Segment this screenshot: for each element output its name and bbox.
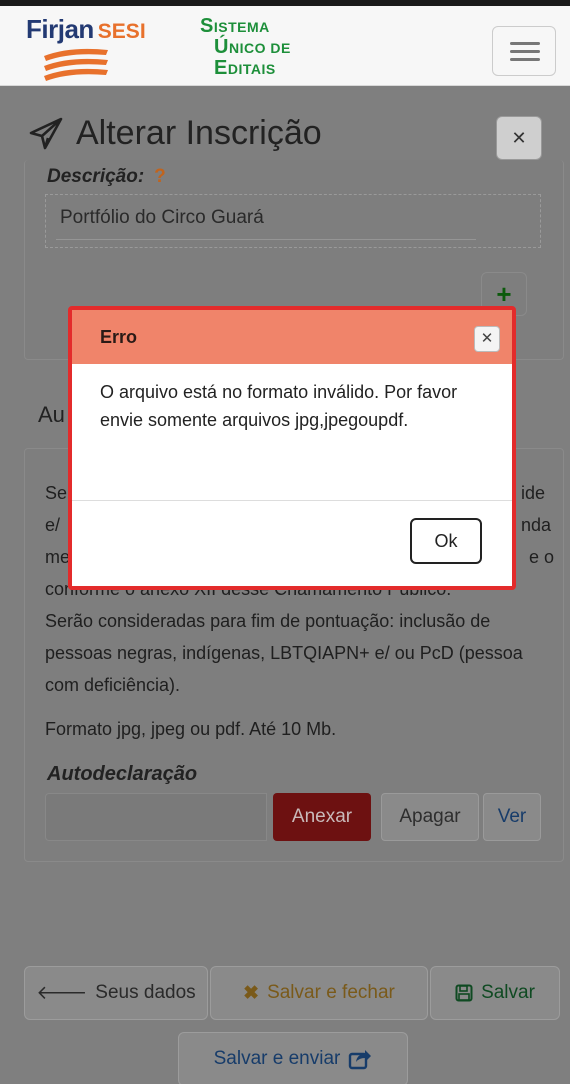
dialog-message: O arquivo está no formato inválido. Por … — [100, 382, 458, 430]
arrow-left-icon: 🡐 — [36, 983, 88, 1004]
sue-word-editais: DITAIS — [227, 61, 276, 77]
dialog-ok-button[interactable]: Ok — [410, 518, 482, 564]
ver-button[interactable]: Ver — [483, 793, 541, 841]
times-icon: ✕ — [511, 128, 527, 148]
page-title-text: Alterar Inscrição — [76, 114, 322, 152]
site-header: Firjan SESI SISTEMA ÚNICO DE EDITAIS — [0, 6, 570, 86]
hamburger-icon — [510, 42, 540, 45]
apagar-button[interactable]: Apagar — [381, 793, 479, 841]
menu-toggle-button[interactable] — [492, 26, 556, 76]
paper-plane-icon — [29, 117, 63, 149]
autodeclaracao-label: Autodeclaração — [47, 763, 198, 785]
plus-icon: + — [496, 279, 512, 309]
salvar-e-enviar-label: Salvar e enviar — [213, 1048, 341, 1069]
sue-word-sistema: ISTEMA — [213, 19, 270, 35]
text-fragment: e/ — [45, 515, 61, 535]
close-page-button[interactable]: ✕ — [496, 116, 542, 160]
text-fragment: Se — [45, 483, 68, 503]
sue-word-unico: NICO DE — [228, 40, 291, 56]
firjan-waves-icon — [44, 48, 108, 81]
text-fragment: e o — [529, 547, 555, 567]
firjan-wordmark: Firjan — [26, 14, 94, 44]
salvar-e-fechar-button[interactable]: ✖ Salvar e fechar — [210, 966, 428, 1020]
salvar-e-fechar-label: Salvar e fechar — [267, 982, 395, 1003]
descricao-label: Descrição:? — [47, 166, 166, 188]
times-icon: ✕ — [480, 330, 494, 347]
section-title: Au — [38, 402, 65, 427]
file-input[interactable] — [45, 793, 267, 841]
field-underline — [56, 239, 476, 240]
descricao-input[interactable]: Portfólio do Circo Guará — [45, 194, 541, 248]
paragraph-text: Serão consideradas para fim de pontuação… — [45, 611, 523, 695]
times-icon: ✖ — [243, 982, 260, 1004]
dialog-divider — [72, 500, 512, 501]
seus-dados-button[interactable]: 🡐 Seus dados — [24, 966, 208, 1020]
seus-dados-label: Seus dados — [95, 982, 196, 1003]
help-icon[interactable]: ? — [154, 166, 166, 187]
anexar-button[interactable]: Anexar — [273, 793, 371, 841]
format-note: Formato jpg, jpeg ou pdf. Até 10 Mb. — [45, 719, 337, 739]
salvar-label: Salvar — [481, 982, 535, 1003]
sue-letter-e: E — [214, 57, 228, 79]
share-square-icon — [349, 1050, 372, 1070]
firjan-sesi-logo[interactable]: Firjan SESI — [26, 14, 146, 45]
sesi-wordmark: SESI — [97, 20, 146, 43]
text-fragment: ide — [521, 483, 546, 503]
dialog-header: Erro ✕ — [72, 310, 512, 364]
text-fragment: me — [45, 547, 71, 567]
error-dialog: Erro ✕ O arquivo está no formato inválid… — [68, 306, 516, 590]
floppy-disk-icon — [455, 984, 473, 1002]
dialog-close-button[interactable]: ✕ — [474, 326, 500, 352]
page-title: Alterar Inscrição — [28, 114, 322, 153]
descricao-label-text: Descrição: — [47, 166, 145, 187]
salvar-e-enviar-button[interactable]: Salvar e enviar — [178, 1032, 408, 1084]
dialog-title: Erro — [100, 327, 138, 347]
sistema-unico-de-editais-logo: SISTEMA ÚNICO DE EDITAIS — [200, 16, 291, 79]
sue-letter-s: S — [200, 15, 214, 37]
text-fragment: nda — [521, 515, 552, 535]
descricao-value: Portfólio do Circo Guará — [60, 207, 264, 228]
salvar-button[interactable]: Salvar — [430, 966, 560, 1020]
sue-letter-u: Ú — [214, 36, 229, 58]
